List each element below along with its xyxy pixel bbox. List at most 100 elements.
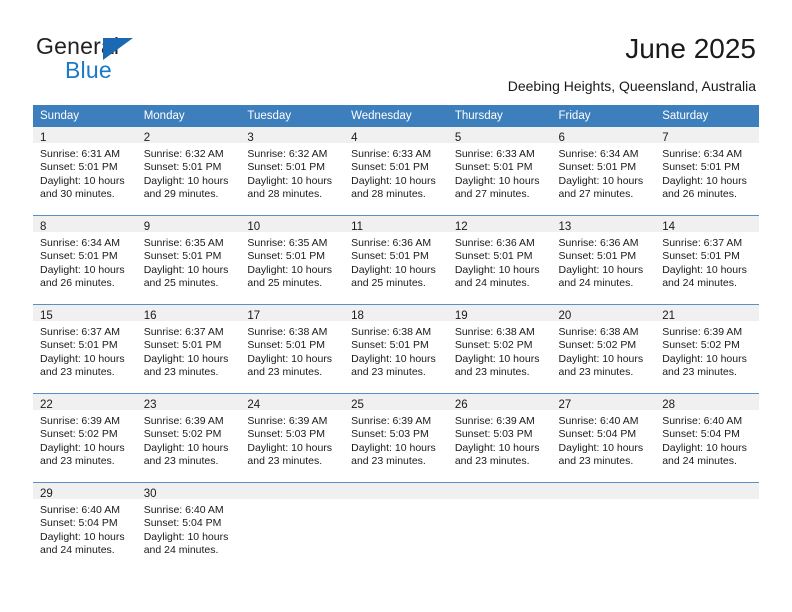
daylight-text-line1: Daylight: 10 hours: [351, 441, 436, 454]
sunset-text: Sunset: 5:01 PM: [662, 161, 740, 174]
calendar-day-cell[interactable]: 20 Sunrise: 6:38 AM Sunset: 5:02 PM Dayligh…: [551, 304, 656, 394]
day-number: 8: [40, 221, 47, 233]
calendar-day-cell[interactable]: 28 Sunrise: 6:40 AM Sunset: 5:04 PM Dayligh…: [655, 393, 759, 483]
sunrise-text: Sunrise: 6:39 AM: [454, 415, 535, 427]
daylight-text-line2: and 23 minutes.: [662, 366, 737, 379]
daylight-text-line1: Daylight: 10 hours: [247, 352, 333, 365]
sunrise-text: Sunrise: 6:37 AM: [40, 326, 120, 338]
sunset-text: Sunset: 5:01 PM: [351, 161, 429, 174]
sunset-text: Sunset: 5:02 PM: [40, 428, 118, 441]
calendar-day-cell[interactable]: 30 Sunrise: 6:40 AM Sunset: 5:04 PM Dayligh…: [136, 482, 241, 571]
day-cell-inner: 30 Sunrise: 6:40 AM Sunset: 5:04 PM Dayligh…: [136, 483, 241, 571]
day-number-band: [551, 483, 656, 500]
calendar-day-cell[interactable]: 24 Sunrise: 6:39 AM Sunset: 5:03 PM Dayligh…: [240, 393, 345, 483]
sunset-text: Sunset: 5:01 PM: [454, 161, 533, 174]
day-cell-inner: 11 Sunrise: 6:36 AM Sunset: 5:01 PM Dayligh…: [344, 216, 448, 304]
calendar-day-cell[interactable]: 27 Sunrise: 6:40 AM Sunset: 5:04 PM Dayligh…: [551, 393, 656, 483]
calendar-day-cell[interactable]: 21 Sunrise: 6:39 AM Sunset: 5:02 PM Dayligh…: [655, 304, 759, 394]
day-cell-inner: 21 Sunrise: 6:39 AM Sunset: 5:02 PM Dayligh…: [655, 305, 759, 393]
day-cell-details: Sunrise: 6:37 AM Sunset: 5:01 PM Daylight:…: [33, 322, 137, 380]
sunset-text: Sunset: 5:01 PM: [143, 339, 222, 352]
daylight-text-line2: and 24 minutes.: [662, 277, 737, 290]
day-number: 17: [247, 310, 261, 322]
calendar-day-cell[interactable]: 1 Sunrise: 6:31 AM Sunset: 5:01 PM Daylight…: [33, 127, 137, 216]
day-number-band: 18: [344, 305, 448, 322]
day-number-band: [655, 483, 759, 500]
day-cell-details: [655, 500, 759, 504]
day-cell-inner: 16 Sunrise: 6:37 AM Sunset: 5:01 PM Dayligh…: [136, 305, 241, 393]
day-cell-details: Sunrise: 6:39 AM Sunset: 5:02 PM Daylight:…: [137, 411, 241, 469]
daylight-text-line2: and 23 minutes.: [558, 366, 634, 379]
calendar-day-cell[interactable]: 4 Sunrise: 6:33 AM Sunset: 5:01 PM Daylight…: [344, 127, 448, 216]
day-cell-inner: [240, 483, 345, 571]
calendar-day-cell[interactable]: 6 Sunrise: 6:34 AM Sunset: 5:01 PM Daylight…: [551, 127, 656, 216]
calendar-day-cell[interactable]: 11 Sunrise: 6:36 AM Sunset: 5:01 PM Dayligh…: [344, 215, 448, 305]
daylight-text-line2: and 28 minutes.: [351, 188, 426, 201]
sunset-text: Sunset: 5:04 PM: [40, 517, 118, 530]
weekday-header-sunday: Sunday: [33, 105, 137, 127]
weekday-header-saturday: Saturday: [655, 105, 759, 127]
day-number-band: 20: [551, 305, 656, 322]
day-number: 27: [558, 399, 572, 411]
calendar-day-cell[interactable]: 22 Sunrise: 6:39 AM Sunset: 5:02 PM Dayligh…: [33, 393, 137, 483]
daylight-text-line1: Daylight: 10 hours: [454, 352, 540, 365]
calendar-day-cell[interactable]: 10 Sunrise: 6:35 AM Sunset: 5:01 PM Dayligh…: [240, 215, 345, 305]
sunset-text: Sunset: 5:01 PM: [454, 250, 533, 263]
calendar-day-cell-empty: [240, 482, 345, 571]
calendar-day-cell[interactable]: 2 Sunrise: 6:32 AM Sunset: 5:01 PM Daylight…: [136, 127, 241, 216]
day-cell-inner: [344, 483, 448, 571]
sunset-text: Sunset: 5:02 PM: [558, 339, 637, 352]
daylight-text-line2: and 23 minutes.: [558, 455, 634, 468]
calendar-day-cell[interactable]: 8 Sunrise: 6:34 AM Sunset: 5:01 PM Daylight…: [33, 215, 137, 305]
day-cell-inner: 6 Sunrise: 6:34 AM Sunset: 5:01 PM Daylight…: [551, 127, 656, 215]
calendar-day-cell[interactable]: 15 Sunrise: 6:37 AM Sunset: 5:01 PM Dayligh…: [33, 304, 137, 394]
calendar-day-cell[interactable]: 9 Sunrise: 6:35 AM Sunset: 5:01 PM Daylight…: [136, 215, 241, 305]
day-number-band: 16: [136, 305, 241, 322]
day-number-band: [240, 483, 345, 500]
calendar-day-cell[interactable]: 29 Sunrise: 6:40 AM Sunset: 5:04 PM Dayligh…: [33, 482, 137, 571]
day-number: 7: [662, 132, 669, 144]
calendar-day-cell[interactable]: 13 Sunrise: 6:36 AM Sunset: 5:01 PM Dayligh…: [551, 215, 656, 305]
sunrise-text: Sunrise: 6:36 AM: [351, 237, 432, 249]
calendar-day-cell[interactable]: 12 Sunrise: 6:36 AM Sunset: 5:01 PM Dayligh…: [447, 215, 552, 305]
calendar-day-cell[interactable]: 25 Sunrise: 6:39 AM Sunset: 5:03 PM Dayligh…: [344, 393, 448, 483]
calendar-day-cell[interactable]: 18 Sunrise: 6:38 AM Sunset: 5:01 PM Dayligh…: [344, 304, 448, 394]
sunset-text: Sunset: 5:01 PM: [558, 161, 637, 174]
daylight-text-line2: and 23 minutes.: [247, 455, 323, 468]
daylight-text-line1: Daylight: 10 hours: [247, 263, 333, 276]
calendar-day-cell[interactable]: 7 Sunrise: 6:34 AM Sunset: 5:01 PM Daylight…: [655, 127, 759, 216]
day-cell-details: Sunrise: 6:40 AM Sunset: 5:04 PM Daylight:…: [33, 500, 137, 558]
logo-general-blue[interactable]: General Blue: [36, 33, 166, 85]
calendar-day-cell[interactable]: 26 Sunrise: 6:39 AM Sunset: 5:03 PM Dayligh…: [447, 393, 552, 483]
daylight-text-line2: and 24 minutes.: [662, 455, 737, 468]
calendar-day-cell[interactable]: 23 Sunrise: 6:39 AM Sunset: 5:02 PM Dayligh…: [136, 393, 241, 483]
calendar-day-cell[interactable]: 14 Sunrise: 6:37 AM Sunset: 5:01 PM Dayligh…: [655, 215, 759, 305]
logo-text-blue: Blue: [65, 57, 112, 83]
page-header: General Blue June 2025 Deebing Heights, …: [0, 0, 792, 100]
calendar-page: General Blue June 2025 Deebing Heights, …: [0, 0, 792, 612]
sunset-text: Sunset: 5:01 PM: [662, 250, 740, 263]
day-cell-details: Sunrise: 6:36 AM Sunset: 5:01 PM Daylight:…: [448, 233, 552, 291]
calendar-day-cell[interactable]: 3 Sunrise: 6:32 AM Sunset: 5:01 PM Daylight…: [240, 127, 345, 216]
calendar-day-cell[interactable]: 5 Sunrise: 6:33 AM Sunset: 5:01 PM Daylight…: [447, 127, 552, 216]
sunrise-text: Sunrise: 6:40 AM: [662, 415, 743, 427]
calendar-day-cell[interactable]: 17 Sunrise: 6:38 AM Sunset: 5:01 PM Dayligh…: [240, 304, 345, 394]
daylight-text-line2: and 23 minutes.: [247, 366, 323, 379]
sunset-text: Sunset: 5:04 PM: [558, 428, 637, 441]
calendar-day-cell[interactable]: 19 Sunrise: 6:38 AM Sunset: 5:02 PM Dayligh…: [447, 304, 552, 394]
day-cell-details: Sunrise: 6:40 AM Sunset: 5:04 PM Daylight:…: [552, 411, 656, 469]
daylight-text-line2: and 23 minutes.: [40, 455, 115, 468]
day-number: 14: [662, 221, 676, 233]
day-number: 15: [40, 310, 53, 322]
day-cell-inner: 10 Sunrise: 6:35 AM Sunset: 5:01 PM Dayligh…: [240, 216, 345, 304]
calendar-week-row: 22 Sunrise: 6:39 AM Sunset: 5:02 PM Dayligh…: [33, 393, 759, 483]
day-cell-details: Sunrise: 6:38 AM Sunset: 5:01 PM Daylight:…: [240, 322, 344, 380]
day-cell-inner: 13 Sunrise: 6:36 AM Sunset: 5:01 PM Dayligh…: [551, 216, 656, 304]
day-number: 22: [40, 399, 53, 411]
sunrise-text: Sunrise: 6:34 AM: [40, 237, 120, 249]
day-number: 2: [143, 132, 151, 144]
daylight-text-line2: and 26 minutes.: [40, 277, 115, 290]
daylight-text-line2: and 30 minutes.: [40, 188, 115, 201]
sunset-text: Sunset: 5:02 PM: [662, 339, 740, 352]
calendar-day-cell[interactable]: 16 Sunrise: 6:37 AM Sunset: 5:01 PM Dayligh…: [136, 304, 241, 394]
